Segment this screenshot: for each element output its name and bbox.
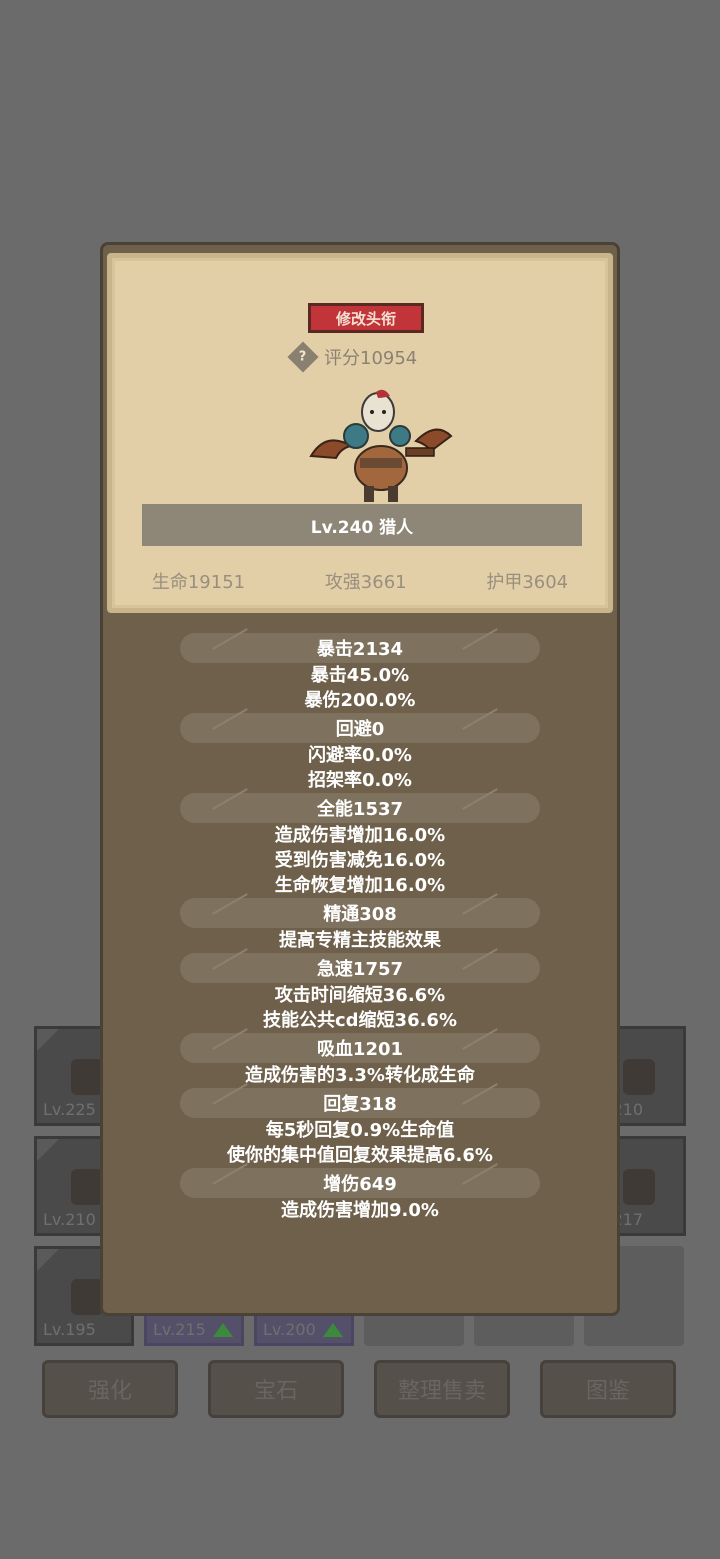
stat-detail: 暴伤200.0% — [304, 690, 416, 711]
slot-level: Lv.200 — [263, 1320, 316, 1339]
stat-group-crit: 暴击2134 暴击45.0% 暴伤200.0% — [103, 633, 617, 713]
stat-header: 暴击2134 — [180, 633, 540, 663]
stat-detail: 招架率0.0% — [308, 770, 412, 791]
codex-button[interactable]: 图鉴 — [540, 1360, 676, 1418]
character-card: 修改头衔 ? 评分10954 Lv.240 猎人 生命19151 攻强3661 … — [107, 253, 613, 613]
stat-detail: 提高专精主技能效果 — [279, 930, 441, 951]
stat-detail: 暴击45.0% — [310, 665, 410, 686]
corner-icon — [37, 1029, 59, 1051]
stat-detail: 生命恢复增加16.0% — [274, 875, 446, 896]
stat-group-haste: 急速1757 攻击时间缩短36.6% 技能公共cd缩短36.6% — [103, 953, 617, 1033]
attack-power-stat: 攻强3661 — [324, 572, 407, 593]
stat-group-avoid: 回避0 闪避率0.0% 招架率0.0% — [103, 713, 617, 793]
stat-detail: 造成伤害的3.3%转化成生命 — [245, 1065, 475, 1086]
stat-group-lifesteal: 吸血1201 造成伤害的3.3%转化成生命 — [103, 1033, 617, 1088]
gem-button[interactable]: 宝石 — [208, 1360, 344, 1418]
stat-detail: 造成伤害增加9.0% — [281, 1200, 439, 1221]
sort-sell-button[interactable]: 整理售卖 — [374, 1360, 510, 1418]
stat-detail: 使你的集中值回复效果提高6.6% — [227, 1145, 493, 1166]
corner-icon — [37, 1249, 59, 1271]
stat-header: 吸血1201 — [180, 1033, 540, 1063]
change-title-button[interactable]: 修改头衔 — [308, 303, 424, 333]
stat-list: 暴击2134 暴击45.0% 暴伤200.0% 回避0 闪避率0.0% 招架率0… — [103, 633, 617, 1223]
stat-detail: 技能公共cd缩短36.6% — [262, 1010, 457, 1031]
slot-level: Lv.225 — [43, 1100, 96, 1119]
upgrade-arrow-icon — [213, 1323, 233, 1337]
stat-header: 回避0 — [180, 713, 540, 743]
stat-header: 增伤649 — [180, 1168, 540, 1198]
stat-group-mastery: 精通308 提高专精主技能效果 — [103, 898, 617, 953]
stat-header: 全能1537 — [180, 793, 540, 823]
slot-level: Lv.215 — [153, 1320, 206, 1339]
enhance-button[interactable]: 强化 — [42, 1360, 178, 1418]
stat-group-versatility: 全能1537 造成伤害增加16.0% 受到伤害减免16.0% 生命恢复增加16.… — [103, 793, 617, 898]
character-name: Lv.240 猎人 — [142, 504, 582, 546]
weapon-icon — [71, 1169, 103, 1205]
score-text: 评分10954 — [324, 348, 418, 369]
stat-detail: 每5秒回复0.9%生命值 — [265, 1120, 455, 1141]
character-stats-panel: 修改头衔 ? 评分10954 Lv.240 猎人 生命19151 攻强3661 … — [100, 242, 620, 1316]
slot-level: Lv.210 — [43, 1210, 96, 1229]
belt-icon — [623, 1169, 655, 1205]
base-stats: 生命19151 攻强3661 护甲3604 — [112, 568, 608, 594]
stat-group-damage-bonus: 增伤649 造成伤害增加9.0% — [103, 1168, 617, 1223]
glove-icon — [71, 1279, 103, 1315]
stat-group-regen: 回复318 每5秒回复0.9%生命值 使你的集中值回复效果提高6.6% — [103, 1088, 617, 1168]
armor-stat: 护甲3604 — [486, 572, 569, 593]
help-icon[interactable]: ? — [287, 341, 319, 373]
score-row: ? 评分10954 — [287, 341, 418, 373]
armor-icon — [71, 1059, 103, 1095]
stat-header: 精通308 — [180, 898, 540, 928]
stat-header: 急速1757 — [180, 953, 540, 983]
stat-detail: 造成伤害增加16.0% — [274, 825, 446, 846]
stat-detail: 闪避率0.0% — [308, 745, 412, 766]
stat-detail: 受到伤害减免16.0% — [274, 850, 446, 871]
stat-detail: 攻击时间缩短36.6% — [274, 985, 446, 1006]
helmet-icon — [623, 1059, 655, 1095]
upgrade-arrow-icon — [323, 1323, 343, 1337]
slot-level: Lv.195 — [43, 1320, 96, 1339]
hunter-character-icon — [309, 389, 453, 502]
hp-stat: 生命19151 — [151, 572, 246, 593]
corner-icon — [37, 1139, 59, 1161]
stat-header: 回复318 — [180, 1088, 540, 1118]
